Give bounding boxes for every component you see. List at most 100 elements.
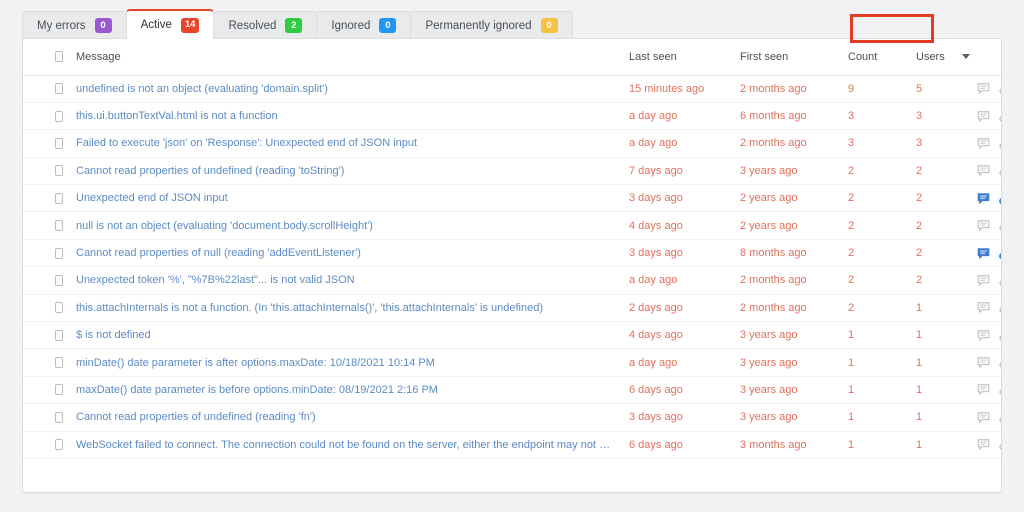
link-icon[interactable] xyxy=(999,164,1002,177)
comment-icon[interactable] xyxy=(977,356,990,369)
table-row[interactable]: Unexpected token '%', "%7B%22last"... is… xyxy=(23,266,1002,295)
users-value: 1 xyxy=(903,431,971,459)
error-message-link[interactable]: Failed to execute 'json' on 'Response': … xyxy=(63,129,616,158)
header-count[interactable]: Count xyxy=(835,39,903,76)
error-message-link[interactable]: maxDate() date parameter is before optio… xyxy=(63,376,616,405)
row-checkbox[interactable] xyxy=(55,220,63,232)
table-row[interactable]: Failed to execute 'json' on 'Response': … xyxy=(23,129,1002,158)
row-checkbox[interactable] xyxy=(55,83,63,95)
tab-active[interactable]: Active 14 xyxy=(125,9,215,39)
error-message-link[interactable]: WebSocket failed to connect. The connect… xyxy=(63,431,616,459)
link-icon[interactable] xyxy=(999,247,1002,260)
row-select-cell xyxy=(23,129,63,158)
link-icon[interactable] xyxy=(999,192,1002,205)
comment-icon[interactable] xyxy=(977,411,990,424)
error-message-link[interactable]: this.attachInternals is not a function. … xyxy=(63,294,616,323)
error-message-link[interactable]: Cannot read properties of null (reading … xyxy=(63,239,616,268)
comment-icon[interactable] xyxy=(977,383,990,396)
comment-icon[interactable] xyxy=(977,301,990,314)
link-icon[interactable] xyxy=(999,137,1002,150)
tab-my-errors[interactable]: My errors 0 xyxy=(22,11,127,39)
row-select-wrap xyxy=(23,439,63,451)
row-checkbox[interactable] xyxy=(55,384,63,396)
table-row[interactable]: Unexpected end of JSON input 3 days ago 2 … xyxy=(23,184,1002,213)
row-checkbox[interactable] xyxy=(55,357,63,369)
error-message-link[interactable]: Unexpected end of JSON input xyxy=(63,184,616,213)
tab-ignored[interactable]: Ignored 0 xyxy=(316,11,412,39)
count-value: 2 xyxy=(835,184,903,213)
last-seen-value: 3 days ago xyxy=(616,184,727,213)
comment-icon[interactable] xyxy=(977,219,990,232)
row-actions-cell xyxy=(971,348,1002,377)
row-select-cell xyxy=(23,348,63,377)
comment-icon[interactable] xyxy=(977,329,990,342)
link-icon[interactable] xyxy=(999,219,1002,232)
row-select-cell xyxy=(23,75,63,103)
table-row[interactable]: Cannot read properties of undefined (rea… xyxy=(23,157,1002,186)
comment-icon[interactable] xyxy=(977,137,990,150)
table-row[interactable]: minDate() date parameter is after option… xyxy=(23,348,1002,377)
error-message-link[interactable]: Cannot read properties of undefined (rea… xyxy=(63,157,616,186)
error-message-link[interactable]: Cannot read properties of undefined (rea… xyxy=(63,403,616,432)
table-row[interactable]: $ is not defined 4 days ago 3 years ago 1 1 xyxy=(23,321,1002,350)
table-row[interactable]: Cannot read properties of undefined (rea… xyxy=(23,403,1002,432)
row-checkbox[interactable] xyxy=(55,274,63,286)
row-actions xyxy=(971,356,1002,369)
table-row[interactable]: undefined is not an object (evaluating '… xyxy=(23,75,1002,103)
tab-permanently-ignored[interactable]: Permanently ignored 0 xyxy=(410,11,573,39)
table-row[interactable]: this.ui.buttonTextVal.html is not a func… xyxy=(23,102,1002,131)
last-seen-value: 7 days ago xyxy=(616,157,727,186)
tab-label: Permanently ignored xyxy=(425,19,532,32)
row-checkbox[interactable] xyxy=(55,247,63,259)
row-checkbox[interactable] xyxy=(55,137,63,149)
select-all-checkbox[interactable] xyxy=(55,51,63,63)
comment-icon[interactable] xyxy=(977,82,990,95)
link-icon[interactable] xyxy=(999,301,1002,314)
tab-resolved[interactable]: Resolved 2 xyxy=(213,11,318,39)
users-value: 2 xyxy=(903,211,971,240)
link-icon[interactable] xyxy=(999,356,1002,369)
header-last-seen[interactable]: Last seen xyxy=(616,39,727,76)
error-message-link[interactable]: undefined is not an object (evaluating '… xyxy=(63,75,616,103)
comment-icon[interactable] xyxy=(977,110,990,123)
row-checkbox[interactable] xyxy=(55,439,63,451)
header-users[interactable]: Users xyxy=(903,39,971,76)
comment-icon[interactable] xyxy=(977,438,990,451)
link-icon[interactable] xyxy=(999,411,1002,424)
header-message[interactable]: Message xyxy=(63,39,616,76)
link-icon[interactable] xyxy=(999,383,1002,396)
header-users-sort[interactable]: Users xyxy=(916,51,970,63)
count-value: 2 xyxy=(835,157,903,186)
error-message-link[interactable]: Unexpected token '%', "%7B%22last"... is… xyxy=(63,266,616,295)
link-icon[interactable] xyxy=(999,110,1002,123)
row-actions-cell xyxy=(971,403,1002,432)
row-actions xyxy=(971,329,1002,342)
row-checkbox[interactable] xyxy=(55,192,63,204)
comment-icon[interactable] xyxy=(977,274,990,287)
comment-icon[interactable] xyxy=(977,164,990,177)
error-message-link[interactable]: this.ui.buttonTextVal.html is not a func… xyxy=(63,102,616,131)
error-message-link[interactable]: $ is not defined xyxy=(63,321,616,350)
table-row[interactable]: WebSocket failed to connect. The connect… xyxy=(23,431,1002,459)
row-checkbox[interactable] xyxy=(55,302,63,314)
row-checkbox[interactable] xyxy=(55,411,63,423)
last-seen-value: 3 days ago xyxy=(616,239,727,268)
link-icon[interactable] xyxy=(999,438,1002,451)
comment-icon[interactable] xyxy=(977,247,990,260)
table-row[interactable]: null is not an object (evaluating 'docum… xyxy=(23,211,1002,240)
error-message-link[interactable]: null is not an object (evaluating 'docum… xyxy=(63,211,616,240)
table-row[interactable]: Cannot read properties of null (reading … xyxy=(23,239,1002,268)
count-value: 1 xyxy=(835,403,903,432)
link-icon[interactable] xyxy=(999,329,1002,342)
table-row[interactable]: maxDate() date parameter is before optio… xyxy=(23,376,1002,405)
link-icon[interactable] xyxy=(999,82,1002,95)
header-first-seen[interactable]: First seen xyxy=(727,39,835,76)
error-message-link[interactable]: minDate() date parameter is after option… xyxy=(63,348,616,377)
row-checkbox[interactable] xyxy=(55,165,63,177)
link-icon[interactable] xyxy=(999,274,1002,287)
row-checkbox[interactable] xyxy=(55,110,63,122)
comment-icon[interactable] xyxy=(977,192,990,205)
last-seen-value: 3 days ago xyxy=(616,403,727,432)
row-checkbox[interactable] xyxy=(55,329,63,341)
table-row[interactable]: this.attachInternals is not a function. … xyxy=(23,294,1002,323)
